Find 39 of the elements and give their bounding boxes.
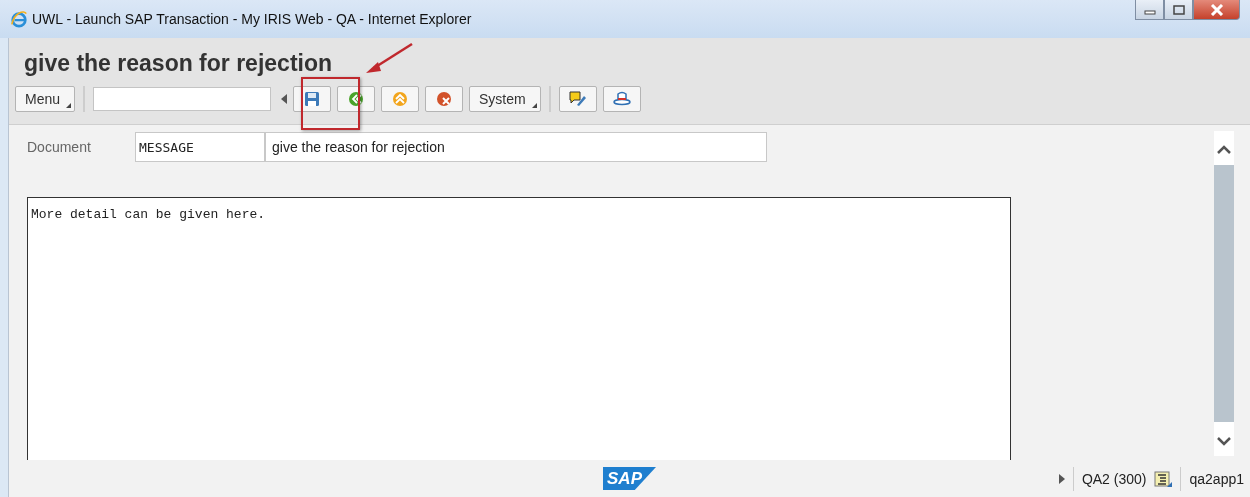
scroll-thumb[interactable] [1214,165,1234,422]
command-field[interactable] [93,87,272,111]
document-label: Document [26,139,92,155]
hat-icon [612,91,631,107]
highlight-frame [301,77,360,130]
collapse-arrow-icon[interactable] [281,94,288,104]
edit-note-button[interactable] [558,86,597,112]
server-name: qa2app1 [1189,470,1244,487]
editor-text: More detail can be given here. [31,207,266,222]
expand-arrow-icon[interactable] [1058,473,1065,484]
maximize-icon [1171,4,1186,15]
document-description-field[interactable]: give the reason for rejection [265,132,767,162]
annotation-arrow [364,42,414,76]
menu-button[interactable]: Menu [15,86,76,112]
window-title: UWL - Launch SAP Transaction - My IRIS Web - QA - Internet Explorer [32,11,472,27]
hat-button[interactable] [602,86,641,112]
document-type-field[interactable]: MESSAGE [135,132,265,162]
system-button[interactable]: System [469,86,541,112]
double-chevron-up-icon [392,91,409,107]
text-editor[interactable]: More detail can be given here. [27,197,1011,460]
close-icon [1209,3,1224,16]
maximize-button[interactable] [1164,0,1193,20]
page-title: give the reason for rejection [24,49,333,78]
system-info: QA2 (300) [1081,470,1147,487]
browser-logo-icon [10,10,28,28]
status-menu-button[interactable] [1154,470,1173,487]
minimize-button[interactable] [1135,0,1164,20]
sap-logo: SAP [603,467,656,490]
back-button[interactable] [337,86,376,112]
double-chevron-left-icon [348,91,365,107]
list-icon [1154,470,1173,487]
close-button[interactable] [1193,0,1240,20]
scroll-up-icon[interactable] [1217,145,1231,155]
note-pencil-icon [568,91,587,107]
cross-circle-icon [436,91,453,107]
save-button[interactable] [293,86,332,112]
scrollbar[interactable] [1214,131,1234,456]
scroll-down-icon[interactable] [1217,436,1231,446]
cancel-button[interactable] [425,86,464,112]
